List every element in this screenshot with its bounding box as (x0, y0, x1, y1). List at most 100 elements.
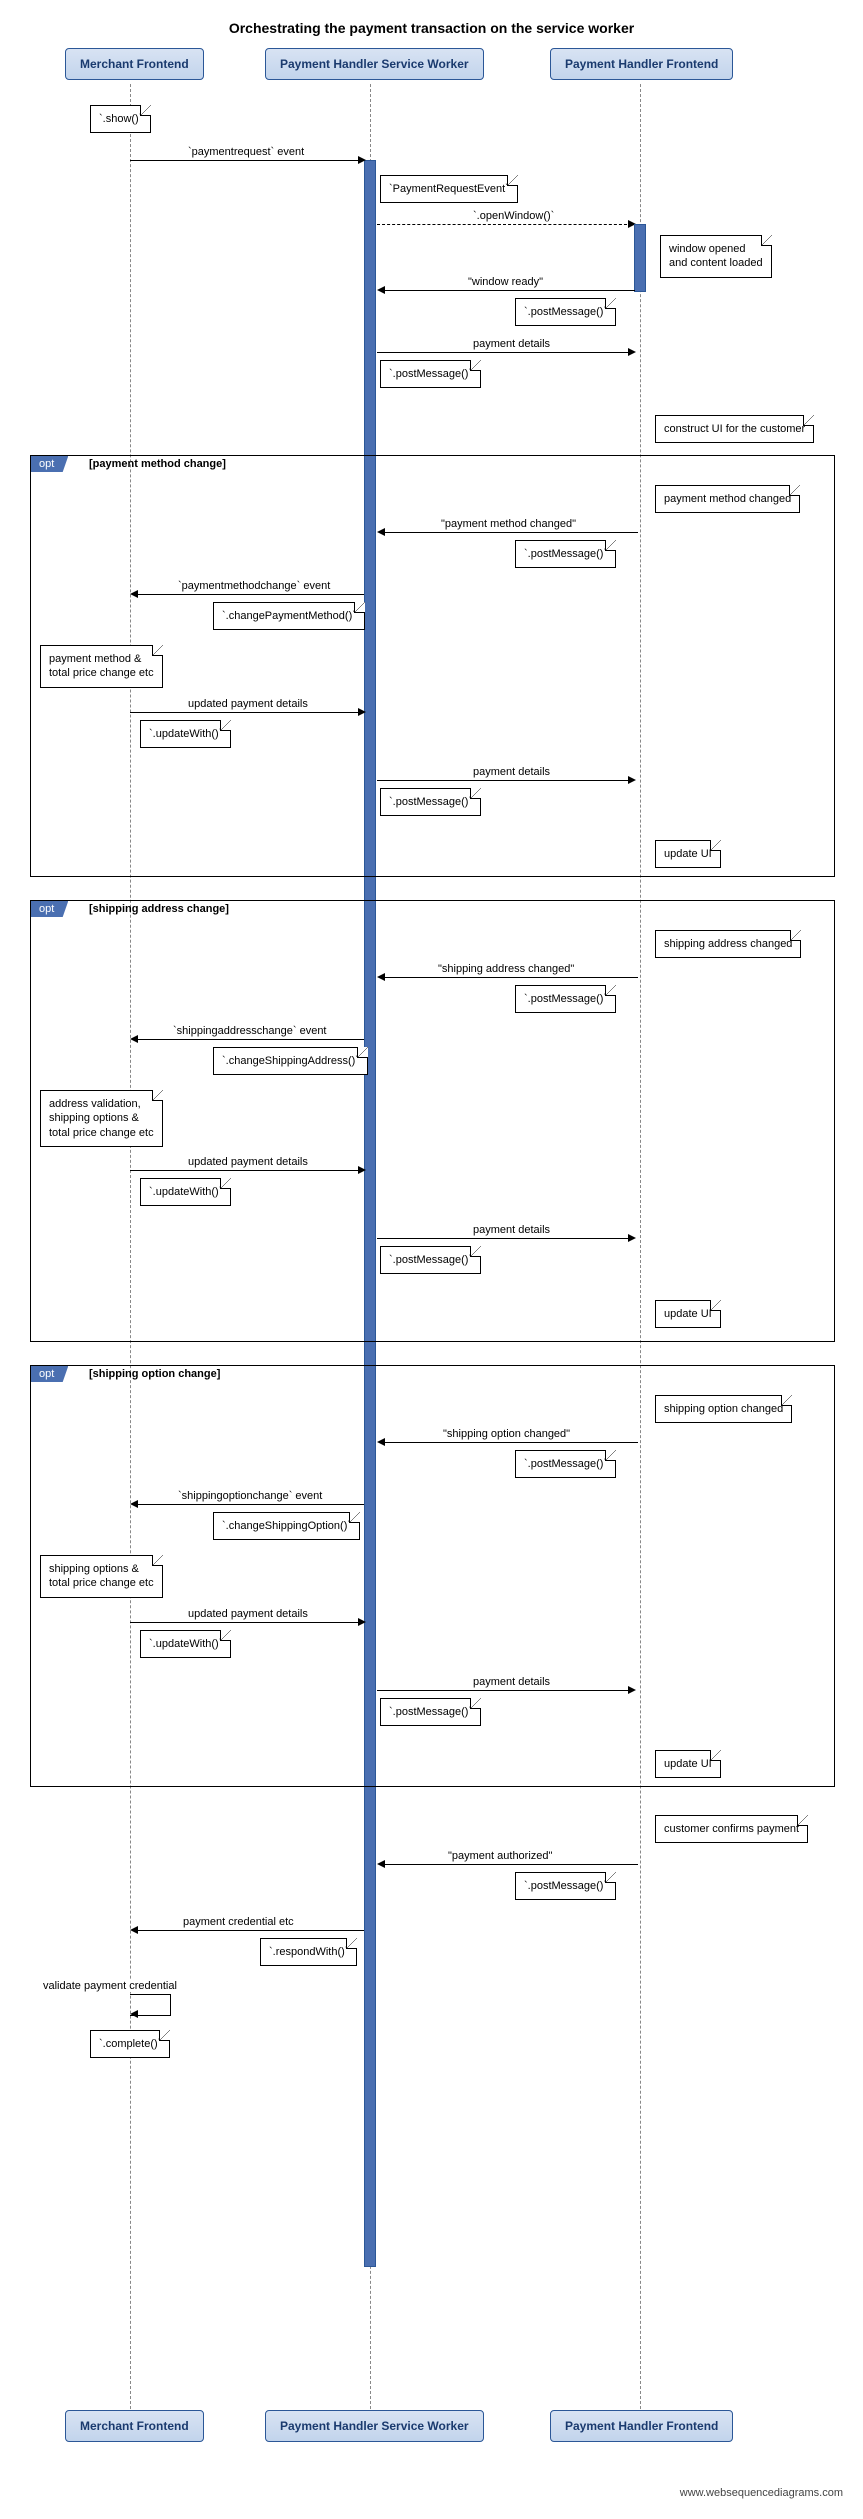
arrow-head-icon (130, 590, 138, 598)
note-text: `.postMessage()` (524, 306, 607, 318)
msg-paymentrequest: `paymentrequest` event (185, 146, 307, 158)
arrow-line (130, 1170, 362, 1171)
note-text: shipping address changed (664, 938, 792, 950)
note-postmsg-1: `.postMessage()` (515, 298, 616, 326)
note-text: `.postMessage()` (524, 1458, 607, 1470)
note-text: `.postMessage()` (524, 548, 607, 560)
note-text: `.changeShippingOption()` (222, 1520, 351, 1532)
watermark: www.websequencediagrams.com (680, 2487, 843, 2499)
opt-tab: opt (31, 1366, 68, 1382)
arrow-head-icon (358, 708, 366, 716)
arrow-head-icon (358, 1618, 366, 1626)
note-text: `.updateWith()` (149, 1638, 222, 1650)
arrow-head-icon (628, 348, 636, 356)
arrow-head-icon (130, 1035, 138, 1043)
arrow-head-icon (377, 528, 385, 536)
participant-sw-top: Payment Handler Service Worker (265, 48, 484, 80)
note-so-total: shipping options & total price change et… (40, 1555, 163, 1598)
note-text: `.postMessage()` (389, 368, 472, 380)
msg-pmc-event: `paymentmethodchange` event (175, 580, 333, 592)
opt-cond-sa: [shipping address change] (89, 903, 229, 915)
arrow-line (138, 1930, 364, 1931)
participant-label: Payment Handler Service Worker (280, 2419, 469, 2433)
note-text: `.updateWith()` (149, 1186, 222, 1198)
note-text: update UI (664, 1308, 712, 1320)
arrow-line (377, 1238, 632, 1239)
note-complete: `.complete()` (90, 2030, 170, 2058)
arrow-line (130, 712, 362, 713)
note-update-ui-2: update UI (655, 1300, 721, 1328)
note-sa-changed: shipping address changed (655, 930, 801, 958)
arrow-head-icon (358, 156, 366, 164)
arrow-head-icon (377, 1438, 385, 1446)
msg-paydetails-2: payment details (470, 766, 553, 778)
msg-validate: validate payment credential (40, 1980, 180, 1992)
msg-updated-2: updated payment details (185, 1156, 311, 1168)
activation-ph-window (634, 224, 646, 292)
note-update-ui-3: update UI (655, 1750, 721, 1778)
arrow-line (377, 352, 632, 353)
arrow-line (385, 1864, 638, 1865)
msg-pay-auth: "payment authorized" (445, 1850, 555, 1862)
arrow-line (130, 1622, 362, 1623)
arrow-head-icon (358, 1166, 366, 1174)
msg-window-ready: "window ready" (465, 276, 546, 288)
note-text: construct UI for the customer (664, 423, 805, 435)
note-postmsg-4: `.postMessage()` (380, 788, 481, 816)
arrow-head-icon (377, 1860, 385, 1868)
note-postmsg-2: `.postMessage()` (380, 360, 481, 388)
arrow-head-icon (628, 776, 636, 784)
note-text: `.respondWith()` (269, 1946, 348, 1958)
participant-label: Merchant Frontend (80, 2419, 189, 2433)
msg-sa-changed: "shipping address changed" (435, 963, 577, 975)
msg-openwindow: `.openWindow()` (470, 210, 557, 222)
arrow-head-icon (130, 1500, 138, 1508)
note-text: payment method changed (664, 493, 791, 505)
note-postmsg-7: `.postMessage()` (515, 1450, 616, 1478)
arrow-head-icon (130, 2010, 138, 2018)
participant-label: Payment Handler Frontend (565, 57, 718, 71)
note-change-sa: `.changeShippingAddress()` (213, 1047, 368, 1075)
note-text: `.changePaymentMethod()` (222, 610, 356, 622)
opt-cond-so: [shipping option change] (89, 1368, 220, 1380)
note-postmsg-6: `.postMessage()` (380, 1246, 481, 1274)
note-payreqevt: `PaymentRequestEvent` (380, 175, 518, 203)
sequence-diagram: Orchestrating the payment transaction on… (20, 20, 843, 2499)
msg-soc-event: `shippingoptionchange` event (175, 1490, 325, 1502)
msg-pm-changed: "payment method changed" (438, 518, 579, 530)
msg-updated-3: updated payment details (185, 1608, 311, 1620)
msg-paydetails-3: payment details (470, 1224, 553, 1236)
participant-label: Merchant Frontend (80, 57, 189, 71)
note-text: `.postMessage()` (389, 796, 472, 808)
note-cust-confirms: customer confirms payment (655, 1815, 808, 1843)
arrow-head-icon (130, 1926, 138, 1934)
note-text: payment method & total price change etc (49, 653, 154, 679)
arrow-line (385, 977, 638, 978)
note-postmsg-8: `.postMessage()` (380, 1698, 481, 1726)
note-updatewith-2: `.updateWith()` (140, 1178, 231, 1206)
msg-sac-event: `shippingaddresschange` event (170, 1025, 330, 1037)
participant-label: Payment Handler Service Worker (280, 57, 469, 71)
note-window-opened: window opened and content loaded (660, 235, 772, 278)
note-pm-total: payment method & total price change etc (40, 645, 163, 688)
note-text: `.postMessage()` (524, 993, 607, 1005)
note-text: `.complete()` (99, 2038, 161, 2050)
arrow-line (138, 1039, 364, 1040)
arrow-line (385, 532, 638, 533)
arrow-line (130, 160, 362, 161)
msg-paydetails-1: payment details (470, 338, 553, 350)
participant-label: Payment Handler Frontend (565, 2419, 718, 2433)
note-pm-changed: payment method changed (655, 485, 800, 513)
note-updatewith-1: `.updateWith()` (140, 720, 231, 748)
arrow-line (377, 780, 632, 781)
note-change-pm: `.changePaymentMethod()` (213, 602, 365, 630)
note-show: `.show()` (90, 105, 151, 133)
arrow-line (377, 224, 632, 226)
note-text: `.postMessage()` (389, 1254, 472, 1266)
participant-ph-bot: Payment Handler Frontend (550, 2410, 733, 2442)
note-change-so: `.changeShippingOption()` (213, 1512, 360, 1540)
msg-updated-1: updated payment details (185, 698, 311, 710)
note-text: window opened and content loaded (669, 243, 763, 269)
note-text: `.postMessage()` (524, 1880, 607, 1892)
participant-merchant-bot: Merchant Frontend (65, 2410, 204, 2442)
